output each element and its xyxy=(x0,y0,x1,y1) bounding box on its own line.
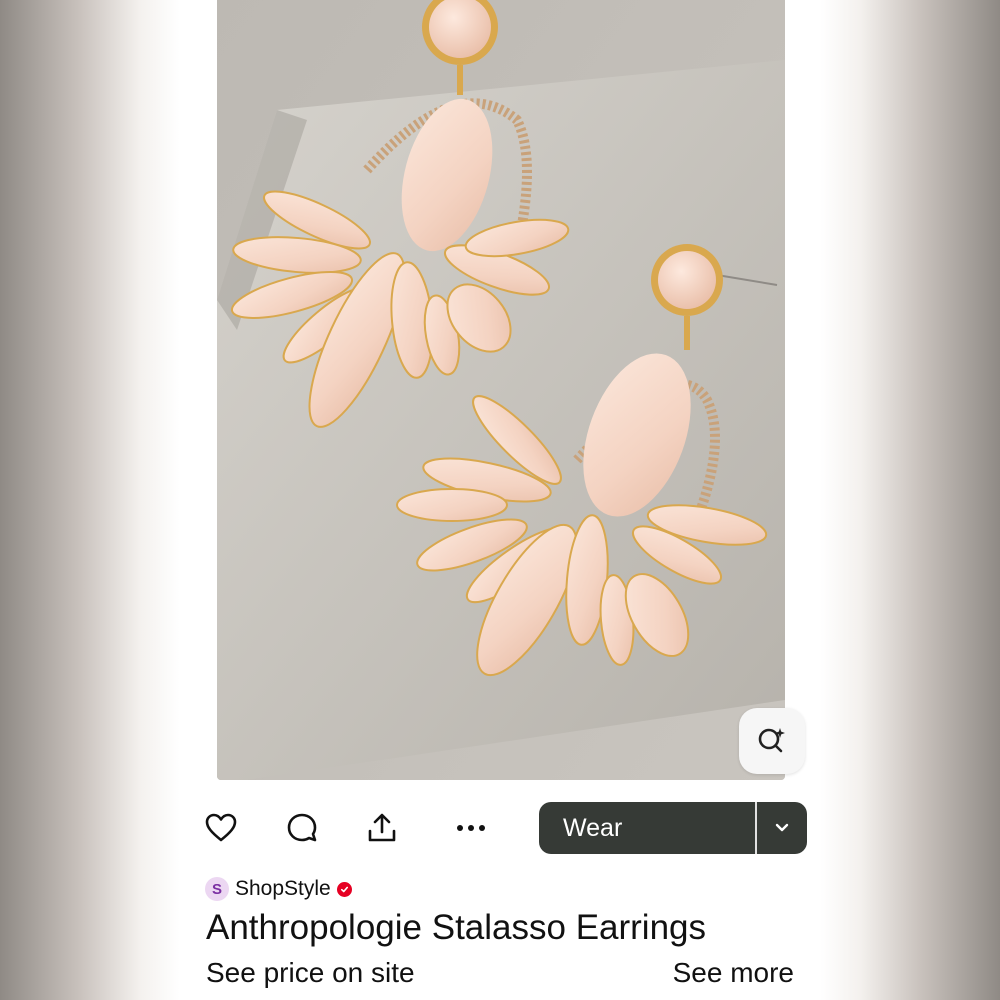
visual-search-icon xyxy=(758,728,785,753)
pin-card: Wear S ShopStyle Anthropologie Stalasso … xyxy=(183,0,820,1000)
comment-icon[interactable] xyxy=(284,810,320,846)
see-more-link[interactable]: See more xyxy=(673,957,794,989)
wear-divider xyxy=(755,802,757,854)
verified-check-icon xyxy=(336,881,352,897)
wear-dropdown-button[interactable] xyxy=(757,802,807,854)
product-photo[interactable] xyxy=(217,0,785,780)
share-icon[interactable] xyxy=(364,810,400,846)
chevron-down-icon xyxy=(775,823,789,832)
price-text: See price on site xyxy=(206,957,415,988)
earrings-image xyxy=(217,0,785,780)
more-dots-icon[interactable] xyxy=(453,810,489,846)
wear-button-label: Wear xyxy=(563,813,623,842)
source-logo: S xyxy=(205,877,229,901)
wear-button-group: Wear xyxy=(539,802,807,854)
source-attribution[interactable]: S ShopStyle xyxy=(205,875,352,903)
product-title[interactable]: Anthropologie Stalasso Earrings xyxy=(206,908,706,948)
pin-actions: Wear xyxy=(183,800,820,856)
wear-button[interactable]: Wear xyxy=(539,802,755,854)
visual-search-button[interactable] xyxy=(739,708,805,774)
heart-icon[interactable] xyxy=(203,810,239,846)
source-name: ShopStyle xyxy=(235,877,331,900)
